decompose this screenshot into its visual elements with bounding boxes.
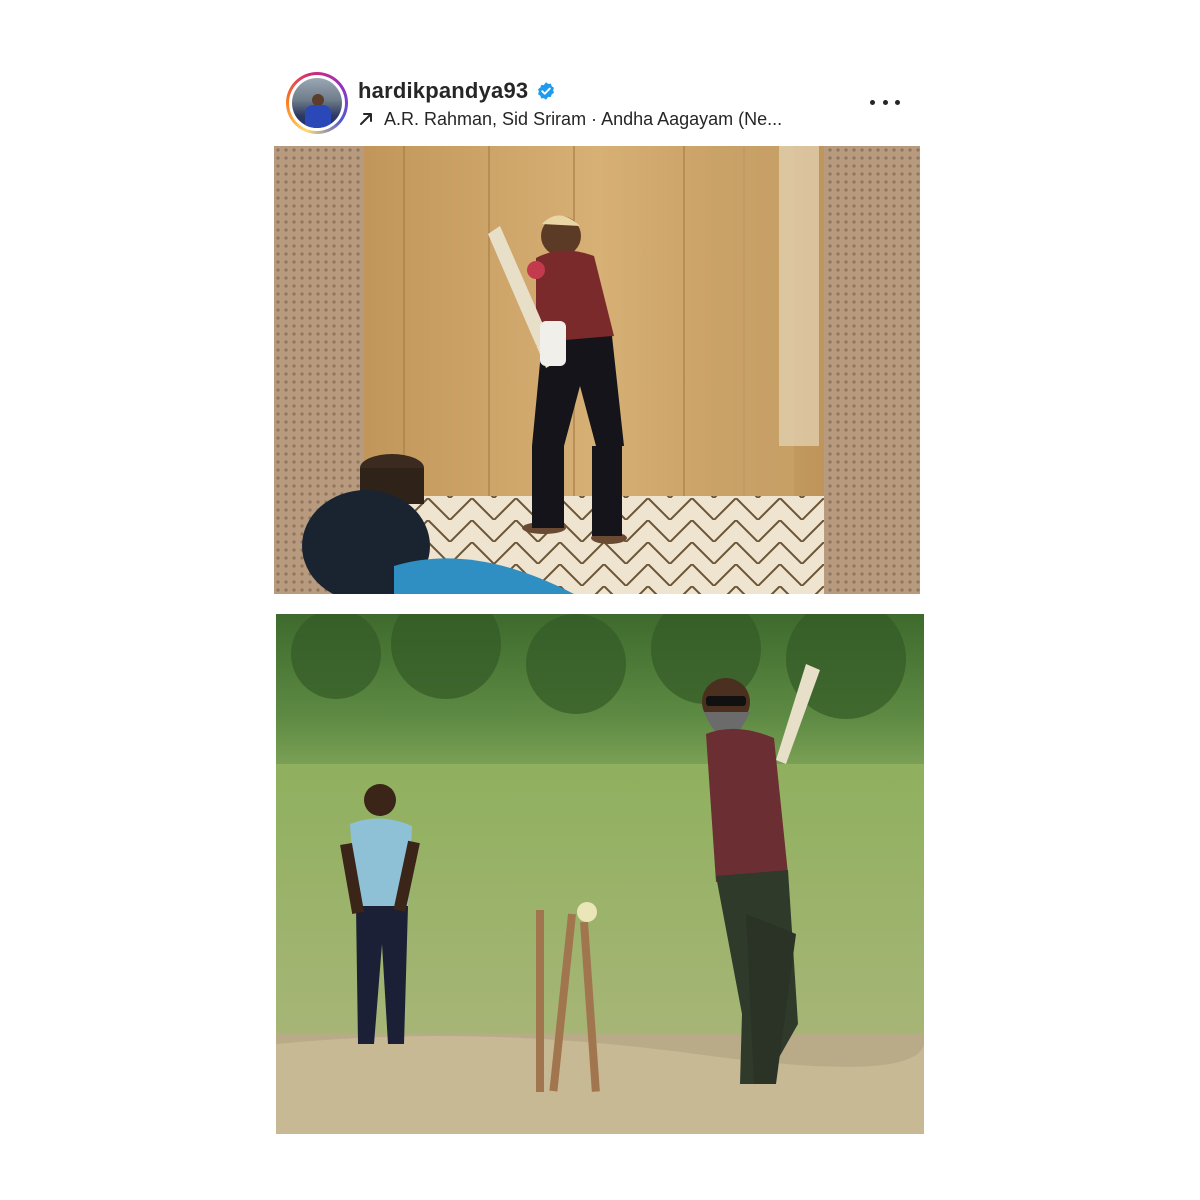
avatar-figure-body: [305, 105, 331, 128]
post-header: hardikpandya93 A.R. Rahman, Sid Sriram ·…: [274, 60, 920, 146]
audio-track-label: A.R. Rahman, Sid Sriram · Andha Aagayam …: [384, 108, 783, 129]
more-dot: [882, 99, 888, 105]
arrow-up-right-icon: [358, 111, 374, 127]
audio-attribution[interactable]: A.R. Rahman, Sid Sriram · Andha Aagayam …: [358, 108, 878, 130]
more-dot: [870, 99, 875, 105]
avatar-border: [289, 75, 345, 131]
post-photo-indoor: [274, 146, 920, 594]
avatar[interactable]: [286, 72, 348, 134]
indoor-scene-illustration: [274, 146, 920, 594]
more-dot: [895, 99, 900, 105]
verified-badge-icon: [536, 81, 556, 101]
avatar-image: [292, 78, 342, 128]
more-options-icon[interactable]: [870, 90, 900, 114]
username-link[interactable]: hardikpandya93: [358, 78, 528, 104]
username-row: hardikpandya93: [358, 78, 556, 104]
post-photo-outdoor: [276, 614, 924, 1134]
outdoor-scene-illustration: [276, 614, 924, 1134]
